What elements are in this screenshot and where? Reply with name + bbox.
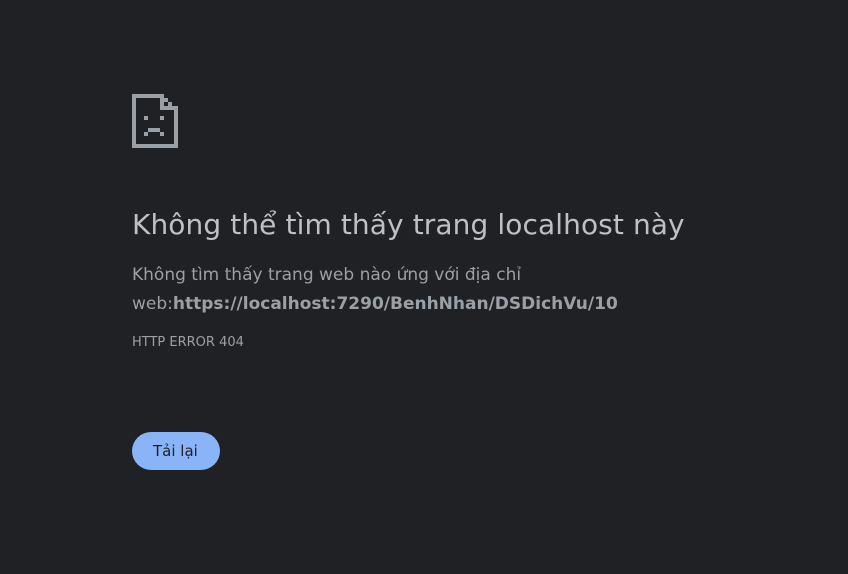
error-page-content: Không thể tìm thấy trang localhost này K… [132,94,832,352]
sad-document-icon [132,94,178,148]
reload-button[interactable]: Tải lại [132,432,220,470]
error-url: https://localhost:7290/BenhNhan/DSDichVu… [172,294,618,314]
error-description: Không tìm thấy trang web nào ứng với địa… [132,261,832,319]
error-code: HTTP ERROR 404 [132,335,244,350]
page-title: Không thể tìm thấy trang localhost này [132,208,685,241]
